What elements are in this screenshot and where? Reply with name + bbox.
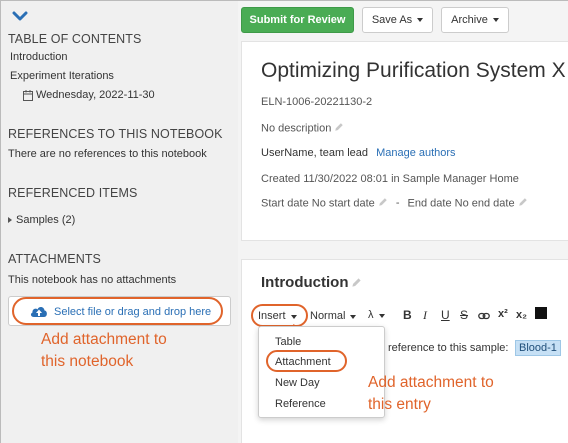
save-as-button[interactable]: Save As <box>362 7 433 33</box>
notebook-sidebar: TABLE OF CONTENTS Introduction Experimen… <box>1 1 238 443</box>
referenced-items-heading: REFERENCED ITEMS <box>8 186 138 200</box>
format-dropdown[interactable]: Normal <box>310 310 357 322</box>
submit-for-review-button[interactable]: Submit for Review <box>241 7 354 33</box>
annotation-highlight-attachment <box>266 350 347 372</box>
submit-for-review-label: Submit for Review <box>249 14 346 26</box>
start-date-label: Start date <box>261 197 309 210</box>
collapse-chevron-icon[interactable] <box>12 11 28 25</box>
created-info: Created 11/30/2022 08:01 in Sample Manag… <box>261 173 519 185</box>
sample-reference-badge[interactable]: Blood-1 <box>515 340 561 356</box>
expand-caret-icon[interactable] <box>8 217 12 223</box>
link-icon[interactable] <box>478 310 490 324</box>
annotation-notebook: Add attachment to this notebook <box>41 331 167 370</box>
date-range: Start date No start date - End date No e… <box>261 197 528 210</box>
text-color-swatch[interactable] <box>535 307 547 319</box>
archive-label: Archive <box>451 14 488 26</box>
format-label: Normal <box>310 310 346 322</box>
chevron-down-icon <box>350 315 357 319</box>
superscript-button[interactable]: x² <box>498 308 508 320</box>
menu-item-reference[interactable]: Reference <box>275 398 326 410</box>
notebook-header-card: Optimizing Purification System X ELN-100… <box>241 41 568 241</box>
notebook-title[interactable]: Optimizing Purification System X <box>261 59 568 83</box>
toc-date[interactable]: Wednesday, 2022-11-30 <box>36 89 155 101</box>
notebook-id: ELN-1006-20221130-2 <box>261 96 373 108</box>
manage-authors-link[interactable]: Manage authors <box>376 147 456 159</box>
edit-pencil-icon[interactable] <box>518 197 528 210</box>
insert-menu: Table Attachment New Day Reference <box>258 326 385 418</box>
notebook-authors: UserName, team lead Manage authors <box>261 147 456 159</box>
chevron-down-icon <box>492 18 499 22</box>
lambda-label: λ <box>368 309 374 321</box>
annotation-highlight-dropzone <box>12 297 223 325</box>
start-date-value[interactable]: No start date <box>312 197 375 209</box>
toc-item-introduction[interactable]: Introduction <box>10 51 67 63</box>
notebook-description[interactable]: No description <box>261 122 344 135</box>
references-empty-text: There are no references to this notebook <box>8 148 207 160</box>
subscript-button[interactable]: x₂ <box>516 309 527 321</box>
references-heading: REFERENCES TO THIS NOTEBOOK <box>8 127 223 141</box>
end-date-value[interactable]: No end date <box>455 197 515 209</box>
archive-button[interactable]: Archive <box>441 7 509 33</box>
calendar-icon <box>23 90 33 104</box>
underline-button[interactable]: U <box>441 308 450 322</box>
description-text: No description <box>261 122 332 135</box>
attachments-heading: ATTACHMENTS <box>8 252 101 266</box>
formula-dropdown[interactable]: λ <box>368 309 385 321</box>
entry-title[interactable]: Introduction <box>261 274 362 292</box>
author-name: UserName, team lead <box>261 147 368 159</box>
edit-pencil-icon[interactable] <box>334 122 344 135</box>
chevron-down-icon <box>378 314 385 318</box>
notebook-title-text: Optimizing Purification System X <box>261 59 566 82</box>
chevron-down-icon <box>417 18 424 22</box>
entry-title-text: Introduction <box>261 274 349 291</box>
toc-item-experiment-iterations[interactable]: Experiment Iterations <box>10 70 114 82</box>
bold-button[interactable]: B <box>403 308 412 322</box>
menu-item-table[interactable]: Table <box>275 336 301 348</box>
entry-body-text: reference to this sample: <box>388 342 509 354</box>
referenced-item-samples[interactable]: Samples (2) <box>16 214 75 226</box>
attachments-empty-text: This notebook has no attachments <box>8 274 177 286</box>
annotation-entry: Add attachment to this entry <box>368 374 494 413</box>
edit-pencil-icon[interactable] <box>351 275 362 292</box>
toc-heading: TABLE OF CONTENTS <box>8 32 142 46</box>
strikethrough-button[interactable]: S <box>460 308 468 322</box>
date-separator: - <box>395 197 400 210</box>
edit-pencil-icon[interactable] <box>378 197 388 210</box>
menu-item-new-day[interactable]: New Day <box>275 377 320 389</box>
italic-button[interactable]: I <box>423 308 427 323</box>
end-date-label: End date <box>407 197 452 210</box>
save-as-label: Save As <box>371 14 413 26</box>
